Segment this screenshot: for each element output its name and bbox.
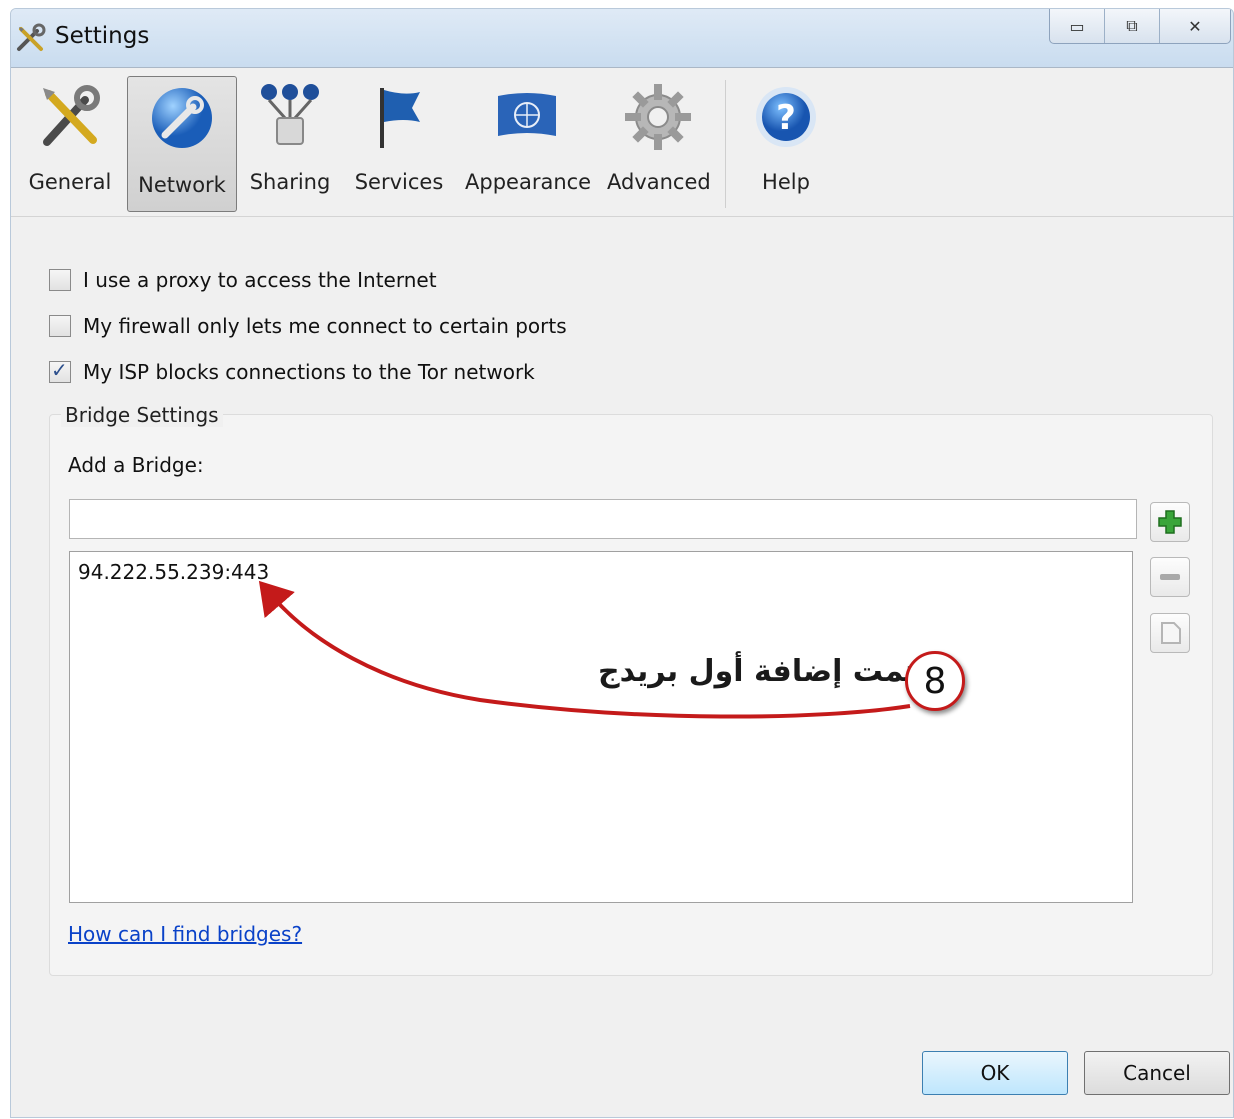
add-bridge-button[interactable] bbox=[1150, 502, 1190, 542]
add-bridge-label: Add a Bridge: bbox=[68, 453, 204, 477]
proxy-checkbox-label: I use a proxy to access the Internet bbox=[83, 268, 437, 292]
tab-advanced[interactable]: Advanced bbox=[607, 76, 711, 210]
settings-window: Settings ▭ ⧉ ✕ General Network Sharing S… bbox=[10, 8, 1234, 1118]
add-bridge-input[interactable] bbox=[69, 499, 1137, 539]
proxy-checkbox-row[interactable]: I use a proxy to access the Internet bbox=[49, 268, 437, 292]
minus-icon bbox=[1160, 574, 1180, 580]
maximize-button[interactable]: ⧉ bbox=[1104, 9, 1159, 43]
proxy-checkbox[interactable] bbox=[49, 269, 71, 291]
tab-services-label: Services bbox=[354, 170, 444, 194]
tab-general[interactable]: General bbox=[23, 76, 117, 210]
tools-icon bbox=[43, 85, 100, 146]
window-title: Settings bbox=[55, 23, 150, 49]
tab-network[interactable]: Network bbox=[127, 76, 237, 212]
network-share-icon bbox=[261, 84, 319, 145]
firewall-checkbox[interactable] bbox=[49, 315, 71, 337]
cancel-button[interactable]: Cancel bbox=[1084, 1051, 1230, 1095]
bridge-list-item[interactable]: 94.222.55.239:443 bbox=[78, 560, 269, 584]
plus-icon bbox=[1158, 510, 1182, 534]
gear-icon bbox=[625, 84, 691, 150]
tab-help[interactable]: ? Help bbox=[741, 76, 831, 210]
check-mark-icon: ✓ bbox=[51, 358, 68, 382]
annotation-text: تمت إضافة أول بريدج bbox=[598, 654, 916, 689]
tab-help-label: Help bbox=[762, 170, 810, 194]
globe-wrench-icon bbox=[152, 88, 212, 148]
flag-icon bbox=[380, 88, 420, 148]
isp-checkbox[interactable]: ✓ bbox=[49, 358, 71, 383]
tab-network-label: Network bbox=[138, 173, 226, 197]
minimize-button[interactable]: ▭ bbox=[1050, 9, 1104, 43]
annotation-step-badge: 8 bbox=[905, 651, 965, 711]
bridge-settings-title: Bridge Settings bbox=[61, 403, 223, 427]
tab-general-label: General bbox=[28, 170, 112, 194]
firewall-checkbox-row[interactable]: My firewall only lets me connect to cert… bbox=[49, 314, 567, 338]
firewall-checkbox-label: My firewall only lets me connect to cert… bbox=[83, 314, 567, 338]
settings-tools-icon bbox=[17, 23, 46, 51]
bridge-list[interactable]: 94.222.55.239:443 bbox=[69, 551, 1133, 903]
toolbar-separator bbox=[725, 80, 726, 208]
remove-bridge-button[interactable] bbox=[1150, 557, 1190, 597]
window-controls: ▭ ⧉ ✕ bbox=[1049, 9, 1231, 44]
title-bar: Settings ▭ ⧉ ✕ bbox=[11, 9, 1233, 68]
copy-icon bbox=[1161, 622, 1181, 644]
close-button[interactable]: ✕ bbox=[1159, 9, 1230, 43]
tab-appearance[interactable]: Appearance bbox=[465, 76, 592, 210]
settings-toolbar: General Network Sharing Services Appeara… bbox=[11, 68, 1233, 217]
tab-sharing[interactable]: Sharing bbox=[247, 76, 333, 210]
copy-bridge-button[interactable] bbox=[1150, 613, 1190, 653]
ok-button[interactable]: OK bbox=[922, 1051, 1068, 1095]
bridge-settings-group: Add a Bridge: 94.222.55.239:443 How can … bbox=[49, 414, 1213, 976]
isp-checkbox-label: My ISP blocks connections to the Tor net… bbox=[83, 360, 535, 384]
tab-advanced-label: Advanced bbox=[607, 170, 711, 194]
un-flag-icon bbox=[498, 93, 556, 136]
tab-appearance-label: Appearance bbox=[465, 170, 592, 194]
help-icon: ? bbox=[756, 87, 816, 147]
find-bridges-link[interactable]: How can I find bridges? bbox=[68, 922, 302, 946]
isp-checkbox-row[interactable]: ✓ My ISP blocks connections to the Tor n… bbox=[49, 358, 535, 384]
tab-sharing-label: Sharing bbox=[249, 170, 331, 194]
tab-services[interactable]: Services bbox=[353, 76, 445, 210]
svg-text:?: ? bbox=[776, 98, 796, 138]
